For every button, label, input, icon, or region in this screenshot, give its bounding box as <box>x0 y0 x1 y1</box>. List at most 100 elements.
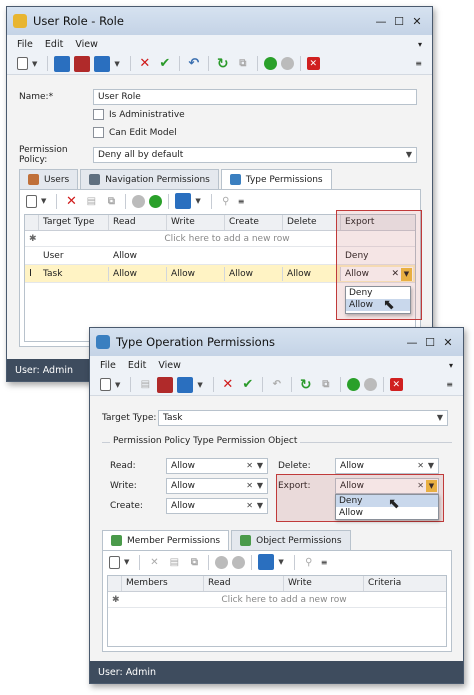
col-criteria[interactable]: Criteria <box>364 576 446 591</box>
grid-export-icon[interactable] <box>175 193 192 209</box>
col-write[interactable]: Write <box>167 215 225 230</box>
minimize-button[interactable]: — <box>403 336 421 349</box>
refresh-icon[interactable]: ↻ <box>298 377 314 393</box>
grid-new-icon[interactable] <box>26 194 37 208</box>
grid-grip-icon[interactable]: ≡ <box>238 197 245 206</box>
save-icon[interactable]: ▤ <box>137 377 153 393</box>
menu-file[interactable]: File <box>17 39 33 50</box>
clear-icon[interactable]: ✕ <box>246 481 253 490</box>
tab-member-permissions[interactable]: Member Permissions <box>102 530 230 550</box>
toolbar-grip-icon[interactable]: ≡ <box>446 380 453 389</box>
col-create[interactable]: Create <box>225 215 283 230</box>
open-object-icon[interactable]: ⧉ <box>235 56 251 72</box>
grid-search-icon[interactable]: ⚲ <box>218 193 234 209</box>
save-dropdown-icon[interactable]: ▼ <box>114 60 119 68</box>
next-icon[interactable] <box>363 378 377 391</box>
grid-next-icon[interactable] <box>149 194 163 208</box>
new-icon[interactable] <box>17 57 28 70</box>
delete-icon[interactable]: ✕ <box>220 377 236 393</box>
dropdown-option-allow[interactable]: Allow <box>346 299 410 311</box>
col-write[interactable]: Write <box>284 576 364 591</box>
new-dropdown-icon[interactable]: ▼ <box>115 381 120 389</box>
save-dropdown-icon[interactable]: ▼ <box>197 381 202 389</box>
grid-export-icon[interactable] <box>258 554 275 570</box>
is-administrative-checkbox[interactable] <box>93 109 104 120</box>
save-icon[interactable] <box>54 55 71 72</box>
col-delete[interactable]: Delete <box>283 215 341 230</box>
dropdown-option-deny[interactable]: Deny <box>346 287 410 299</box>
chevron-down-icon[interactable]: ▼ <box>257 481 263 490</box>
refresh-icon[interactable]: ↻ <box>215 56 231 72</box>
new-icon[interactable] <box>100 378 111 391</box>
toolbar-grip-icon[interactable]: ≡ <box>415 59 422 68</box>
chevron-down-icon[interactable]: ▼ <box>257 501 263 510</box>
menu-view[interactable]: View <box>158 360 181 371</box>
save-and-close-icon[interactable] <box>157 376 174 393</box>
chevron-down-icon[interactable]: ▼ <box>428 461 434 470</box>
menu-edit[interactable]: Edit <box>45 39 63 50</box>
target-type-select[interactable]: Task ▼ <box>158 410 448 426</box>
tab-navigation-permissions[interactable]: Navigation Permissions <box>80 169 219 189</box>
col-members[interactable]: Members <box>122 576 204 591</box>
next-icon[interactable] <box>280 57 294 70</box>
col-read[interactable]: Read <box>204 576 284 591</box>
minimize-button[interactable]: — <box>372 15 390 28</box>
previous-icon[interactable] <box>346 378 360 391</box>
name-field[interactable]: User Role <box>93 89 417 105</box>
grid-grip-icon[interactable]: ≡ <box>321 558 328 567</box>
validate-icon[interactable]: ✔ <box>157 56 173 72</box>
grid-link-icon[interactable]: ⧉ <box>186 554 202 570</box>
menu-grip-icon[interactable]: ▾ <box>449 361 453 370</box>
save-and-close-icon[interactable] <box>74 55 91 72</box>
grid-previous-icon[interactable] <box>132 194 146 208</box>
clear-icon[interactable]: ✕ <box>417 461 424 470</box>
clear-icon[interactable]: ✕ <box>246 461 253 470</box>
create-select[interactable]: Allow ✕ ▼ <box>166 498 268 514</box>
chevron-down-icon[interactable]: ▼ <box>437 413 443 422</box>
grid-unlink-icon[interactable]: ▤ <box>83 193 99 209</box>
grid-next-icon[interactable] <box>232 555 246 569</box>
grid-export-dropdown-icon[interactable]: ▼ <box>278 558 283 566</box>
close-view-icon[interactable]: ✕ <box>389 378 403 391</box>
menu-grip-icon[interactable]: ▾ <box>418 40 422 49</box>
grid-link-icon[interactable]: ⧉ <box>103 193 119 209</box>
tab-users[interactable]: Users <box>19 169 79 189</box>
grid-new-dropdown-icon[interactable]: ▼ <box>41 197 46 205</box>
menu-edit[interactable]: Edit <box>128 360 146 371</box>
dropdown-option-allow[interactable]: Allow <box>336 507 438 519</box>
grid-new-dropdown-icon[interactable]: ▼ <box>124 558 129 566</box>
save-and-new-icon[interactable] <box>177 376 194 393</box>
permission-policy-select[interactable]: Deny all by default ▼ <box>93 147 417 163</box>
grid-delete-icon[interactable]: ✕ <box>146 554 162 570</box>
delete-select[interactable]: Allow ✕ ▼ <box>335 458 439 474</box>
menu-file[interactable]: File <box>100 360 116 371</box>
grid-export-dropdown-icon[interactable]: ▼ <box>195 197 200 205</box>
close-button[interactable]: ✕ <box>439 336 457 349</box>
col-target-type[interactable]: Target Type <box>39 215 109 230</box>
maximize-button[interactable]: ☐ <box>421 336 439 349</box>
menu-view[interactable]: View <box>75 39 98 50</box>
can-edit-model-checkbox[interactable] <box>93 127 104 138</box>
dropdown-option-deny[interactable]: Deny <box>336 495 438 507</box>
undo-icon[interactable]: ↶ <box>186 56 202 72</box>
validate-icon[interactable]: ✔ <box>240 377 256 393</box>
maximize-button[interactable]: ☐ <box>390 15 408 28</box>
grid-previous-icon[interactable] <box>215 555 229 569</box>
chevron-down-icon[interactable]: ▼ <box>257 461 263 470</box>
grid-unlink-icon[interactable]: ▤ <box>166 554 182 570</box>
open-object-icon[interactable]: ⧉ <box>318 377 334 393</box>
tab-type-permissions[interactable]: Type Permissions <box>220 169 332 189</box>
write-select[interactable]: Allow ✕ ▼ <box>166 478 268 494</box>
grid-delete-icon[interactable]: ✕ <box>63 193 79 209</box>
delete-icon[interactable]: ✕ <box>137 56 153 72</box>
undo-icon[interactable]: ↶ <box>269 377 285 393</box>
col-read[interactable]: Read <box>109 215 167 230</box>
tab-object-permissions[interactable]: Object Permissions <box>231 530 351 550</box>
grid-new-icon[interactable] <box>109 555 120 569</box>
chevron-down-icon[interactable]: ▼ <box>406 150 412 159</box>
grid-search-icon[interactable]: ⚲ <box>301 554 317 570</box>
new-dropdown-icon[interactable]: ▼ <box>32 60 37 68</box>
read-select[interactable]: Allow ✕ ▼ <box>166 458 268 474</box>
close-button[interactable]: ✕ <box>408 15 426 28</box>
clear-icon[interactable]: ✕ <box>246 501 253 510</box>
